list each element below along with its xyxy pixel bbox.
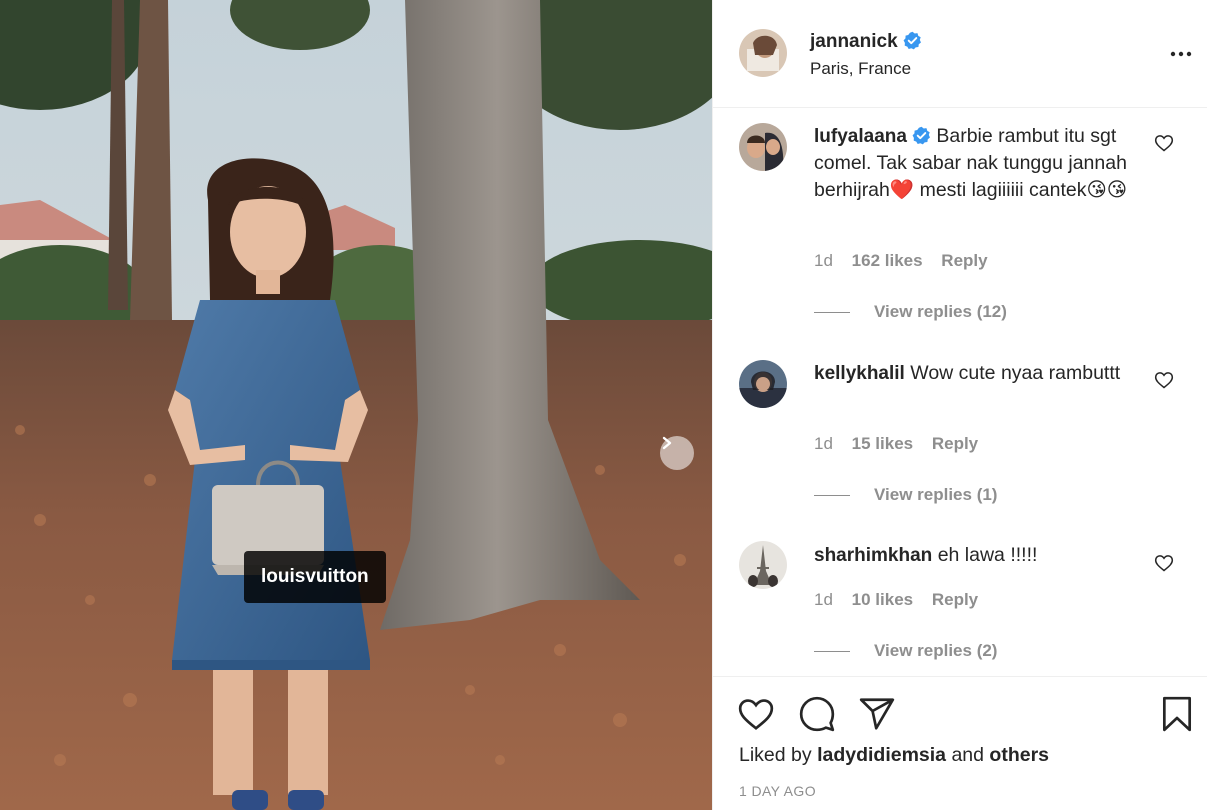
photo-scene	[0, 0, 712, 810]
comment-likes[interactable]: 162 likes	[852, 251, 923, 270]
comment-like-heart-icon[interactable]	[1154, 370, 1174, 390]
comment-text: eh lawa !!!!!	[937, 544, 1038, 566]
comment-meta: 1d 162 likes Reply	[814, 251, 1002, 271]
comment-time[interactable]: 1d	[814, 590, 833, 609]
liked-by-summary: Liked by ladydidiemsia and others	[739, 744, 1049, 767]
post-header: jannanick Paris, France	[713, 0, 1207, 108]
liked-by-prefix: Liked by	[739, 744, 812, 766]
reply-button[interactable]: Reply	[932, 590, 978, 609]
view-replies-button[interactable]: View replies (12)	[814, 302, 1007, 322]
comment-meta: 1d 10 likes Reply	[814, 590, 992, 610]
view-replies-button[interactable]: View replies (1)	[814, 485, 997, 505]
view-replies-divider	[814, 495, 850, 497]
avatar-image	[739, 29, 787, 77]
commenter-username[interactable]: kellykhalil	[814, 363, 905, 384]
comment-body: sharhimkhan eh lawa !!!!!	[814, 542, 1134, 569]
view-replies-button[interactable]: View replies (2)	[814, 641, 997, 661]
share-icon[interactable]	[858, 695, 896, 733]
view-replies-label[interactable]: View replies (2)	[874, 641, 997, 660]
comment-time[interactable]: 1d	[814, 434, 833, 453]
comment-meta: 1d 15 likes Reply	[814, 434, 992, 454]
view-replies-divider	[814, 651, 850, 653]
liked-by-others-link[interactable]: others	[989, 744, 1049, 766]
view-replies-label[interactable]: View replies (1)	[874, 485, 997, 504]
comment-body: kellykhalil Wow cute nyaa rambuttt	[814, 360, 1134, 387]
commenter-avatar[interactable]	[739, 123, 787, 171]
comment-icon[interactable]	[798, 695, 836, 733]
reply-button[interactable]: Reply	[941, 251, 987, 270]
liked-by-and: and	[951, 744, 984, 766]
avatar-image	[739, 541, 787, 589]
avatar-image	[739, 123, 787, 171]
post-side-panel: jannanick Paris, France lufyalaana Barbi…	[712, 0, 1207, 810]
author-username-text[interactable]: jannanick	[810, 31, 898, 52]
view-replies-label[interactable]: View replies (12)	[874, 302, 1007, 321]
author-username[interactable]: jannanick	[810, 31, 922, 53]
next-photo-button[interactable]	[660, 436, 694, 470]
avatar-image	[739, 360, 787, 408]
comment-text: Wow cute nyaa rambuttt	[910, 362, 1121, 384]
comment-like-heart-icon[interactable]	[1154, 133, 1174, 153]
commenter-username[interactable]: lufyalaana	[814, 126, 907, 147]
commenter-avatar[interactable]	[739, 360, 787, 408]
heart-icon[interactable]	[737, 695, 775, 733]
bookmark-icon[interactable]	[1158, 695, 1196, 733]
comment-likes[interactable]: 10 likes	[852, 590, 913, 609]
comment-likes[interactable]: 15 likes	[852, 434, 913, 453]
post-photo[interactable]: louisvuitton	[0, 0, 712, 810]
more-options-icon[interactable]	[1169, 42, 1193, 66]
post-timestamp[interactable]: 1 DAY AGO	[739, 783, 816, 799]
commenter-avatar[interactable]	[739, 541, 787, 589]
comments-list[interactable]: lufyalaana Barbie rambut itu sgt comel. …	[713, 108, 1207, 676]
post-location[interactable]: Paris, France	[810, 59, 911, 79]
liked-by-user-link[interactable]: ladydidiemsia	[817, 744, 946, 766]
view-replies-divider	[814, 312, 850, 314]
author-avatar[interactable]	[739, 29, 787, 77]
verified-badge-icon	[903, 31, 921, 50]
verified-badge-icon	[912, 126, 930, 145]
chevron-right-icon	[662, 436, 672, 450]
comment-like-heart-icon[interactable]	[1154, 553, 1174, 573]
product-tag[interactable]: louisvuitton	[244, 551, 386, 603]
reply-button[interactable]: Reply	[932, 434, 978, 453]
commenter-username[interactable]: sharhimkhan	[814, 545, 932, 566]
comment-time[interactable]: 1d	[814, 251, 833, 270]
comment-body: lufyalaana Barbie rambut itu sgt comel. …	[814, 123, 1134, 204]
